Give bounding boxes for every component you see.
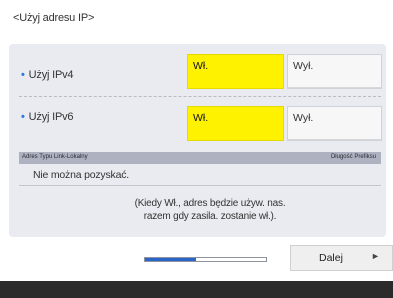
ipv6-label-text: Użyj IPv6 <box>28 111 74 123</box>
bullet-icon: • <box>21 111 25 123</box>
ipv6-on-button[interactable]: Wł. <box>187 106 284 141</box>
ipv4-off-button[interactable]: Wył. <box>287 54 382 89</box>
column-header-prefix: Długość Prefiksu <box>330 154 376 160</box>
table-header: Adres Typu Link-Lokalny Długość Prefiksu <box>19 152 381 164</box>
row-divider <box>19 96 381 97</box>
ipv4-label-text: Użyj IPv4 <box>28 69 74 81</box>
play-arrow-icon: ► <box>371 251 380 261</box>
step-progress-fill <box>145 258 196 261</box>
link-local-address-value: Nie można pozyskać. <box>33 169 129 181</box>
table-row: Nie można pozyskać. <box>19 164 381 186</box>
ipv6-off-button[interactable]: Wył. <box>287 106 382 141</box>
column-header-address: Adres Typu Link-Lokalny <box>22 154 88 160</box>
bottom-bar <box>0 281 393 298</box>
bullet-icon: • <box>21 69 25 81</box>
ipv4-label: • Użyj IPv4 <box>21 69 74 81</box>
ipv4-on-button[interactable]: Wł. <box>187 54 284 89</box>
note-line-1: (Kiedy Wł., adres będzie używ. nas. <box>134 198 286 209</box>
ipv6-label: • Użyj IPv6 <box>21 111 74 123</box>
screen-title: <Użyj adresu IP> <box>13 12 95 24</box>
note-line-2: razem gdy zasila. zostanie wł.). <box>143 211 277 222</box>
step-progress-bar <box>144 257 267 262</box>
next-button[interactable]: Dalej ► <box>290 245 393 271</box>
next-button-label: Dalej <box>319 252 343 264</box>
